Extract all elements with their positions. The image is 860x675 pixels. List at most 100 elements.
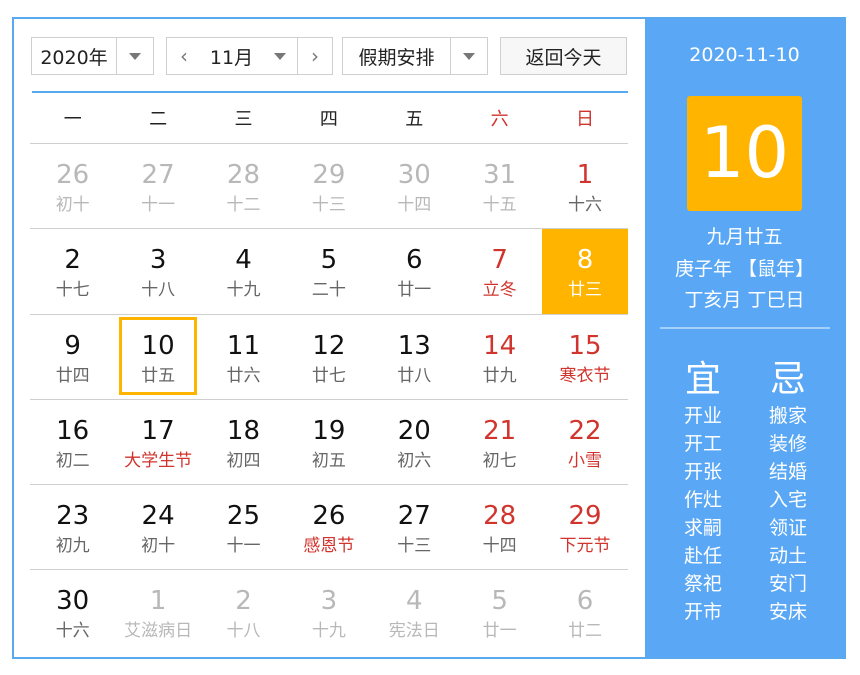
- lunar-day: 十二: [226, 195, 261, 215]
- day-number: 9: [64, 330, 81, 361]
- day-cell[interactable]: 28 十二: [201, 144, 286, 228]
- day-cell[interactable]: 11 廿六: [201, 315, 286, 399]
- day-number: 28: [483, 501, 517, 532]
- day-cell[interactable]: 1 十六: [542, 144, 627, 228]
- day-cell[interactable]: 27 十三: [372, 485, 457, 569]
- lunar-day: 初十: [55, 195, 90, 215]
- day-number: 26: [312, 501, 346, 532]
- day-cell[interactable]: 29 下元节: [542, 485, 627, 569]
- year-dropdown-icon[interactable]: [116, 38, 153, 74]
- day-cell[interactable]: 26 初十: [30, 144, 115, 228]
- lunar-day: 艾滋病日: [124, 621, 193, 642]
- chevron-right-icon: ›: [311, 44, 319, 68]
- month-select[interactable]: 11月: [201, 37, 299, 75]
- day-cell[interactable]: 24 初十: [115, 485, 200, 569]
- day-cell[interactable]: 5 廿一: [457, 570, 542, 654]
- lunar-day: 十三: [397, 536, 432, 557]
- day-number: 21: [483, 415, 517, 446]
- year-select[interactable]: 2020年: [31, 37, 154, 75]
- day-cell[interactable]: 30 十六: [30, 570, 115, 654]
- day-number: 15: [568, 330, 602, 361]
- lunar-day: 初五: [311, 450, 346, 471]
- day-number: 30: [397, 160, 431, 190]
- day-number: 5: [320, 245, 338, 276]
- holiday-dropdown-icon[interactable]: [450, 38, 487, 74]
- day-number: 5: [491, 586, 508, 617]
- day-cell[interactable]: 23 初九: [30, 485, 115, 569]
- day-number: 29: [568, 501, 602, 532]
- day-cell[interactable]: 19 初五: [286, 400, 371, 484]
- lunar-day: 十六: [55, 621, 90, 642]
- lunar-date: 九月廿五: [706, 226, 783, 248]
- day-cell[interactable]: 18 初四: [201, 400, 286, 484]
- week-row: 9 廿四 10 廿五 11 廿六 12 廿七 13 廿八 14 廿九 15 寒衣节: [30, 313, 628, 399]
- day-number: 3: [320, 586, 338, 617]
- day-number: 23: [56, 501, 90, 532]
- day-cell[interactable]: 3 十八: [115, 229, 200, 313]
- day-cell[interactable]: 13 廿八: [372, 315, 457, 399]
- day-cell[interactable]: 22 小雪: [542, 400, 627, 484]
- day-number: 27: [141, 160, 175, 190]
- holiday-select[interactable]: 假期安排: [342, 37, 488, 75]
- day-number: 4: [235, 245, 252, 276]
- day-number: 17: [141, 415, 175, 446]
- lunar-day: 廿九: [482, 365, 517, 386]
- day-cell[interactable]: 4 宪法日: [372, 570, 457, 654]
- day-cell[interactable]: 15 寒衣节: [542, 315, 627, 399]
- lunar-day: 十四: [482, 536, 517, 557]
- lunar-day: 初七: [482, 450, 517, 471]
- weekday-label: 日: [576, 109, 595, 130]
- lunar-day: 廿四: [55, 365, 90, 386]
- day-cell[interactable]: 5 二十: [286, 229, 371, 313]
- day-number: 11: [226, 330, 261, 361]
- day-number: 27: [397, 501, 431, 532]
- festival-label: 大学生节: [124, 450, 193, 471]
- lunar-day: 十一: [226, 536, 261, 557]
- day-cell[interactable]: 21 初七: [457, 400, 542, 484]
- month-dropdown-icon[interactable]: [262, 38, 298, 74]
- lunar-day: 初二: [55, 450, 90, 471]
- day-number: 31: [483, 160, 517, 190]
- day-number: 20: [397, 415, 431, 446]
- prev-month-button[interactable]: ‹: [166, 37, 202, 75]
- day-cell[interactable]: 6 廿二: [542, 570, 627, 654]
- day-cell[interactable]: 29 十三: [286, 144, 371, 228]
- day-cell[interactable]: 2 十七: [30, 229, 115, 313]
- day-cell[interactable]: 25 十一: [201, 485, 286, 569]
- back-to-today-button[interactable]: 返回今天: [500, 37, 627, 75]
- day-cell[interactable]: 2 十八: [201, 570, 286, 654]
- festival-label: 寒衣节: [559, 365, 611, 386]
- day-cell[interactable]: 28 十四: [457, 485, 542, 569]
- day-cell[interactable]: 7 立冬: [457, 229, 542, 313]
- day-cell[interactable]: 4 十九: [201, 229, 286, 313]
- day-cell[interactable]: 12 廿七: [286, 315, 371, 399]
- day-cell[interactable]: 27 十一: [115, 144, 200, 228]
- day-cell[interactable]: 14 廿九: [457, 315, 542, 399]
- day-number: 4: [405, 586, 423, 617]
- lunar-day: 十八: [226, 621, 261, 642]
- day-cell[interactable]: 31 十五: [457, 144, 542, 228]
- ji-title: 忌: [769, 359, 806, 400]
- day-cell[interactable]: 9 廿四: [30, 315, 115, 399]
- day-cell[interactable]: 6 廿一: [372, 229, 457, 313]
- day-cell[interactable]: 30 十四: [372, 144, 457, 228]
- day-cell[interactable]: 26 感恩节: [286, 485, 371, 569]
- day-cell[interactable]: 20 初六: [372, 400, 457, 484]
- day-cell[interactable]: 16 初二: [30, 400, 115, 484]
- day-cell-today[interactable]: 10 廿五: [115, 315, 200, 399]
- yi-item: 求嗣: [683, 517, 722, 539]
- day-number: 1: [576, 160, 594, 190]
- week-row: 30 十六 1 艾滋病日 2 十八 3 十九 4 宪法日 5 廿一 6 廿二: [30, 569, 628, 654]
- week-row: 23 初九 24 初十 25 十一 26 感恩节 27 十三 28 十四 29 下元节: [30, 484, 628, 569]
- day-cell[interactable]: 17 大学生节: [115, 400, 200, 484]
- festival-label: 下元节: [559, 536, 611, 557]
- next-month-button[interactable]: ›: [297, 37, 333, 75]
- day-cell[interactable]: 1 艾滋病日: [115, 570, 200, 654]
- day-cell[interactable]: 3 十九: [286, 570, 371, 654]
- lunar-day: 廿一: [397, 280, 432, 301]
- day-cell-selected[interactable]: 8 廿三: [542, 229, 628, 314]
- day-number: 7: [491, 245, 508, 276]
- lunar-day: 十三: [311, 195, 346, 215]
- ji-item: 结婚: [768, 461, 807, 483]
- ji-item: 安门: [768, 573, 807, 595]
